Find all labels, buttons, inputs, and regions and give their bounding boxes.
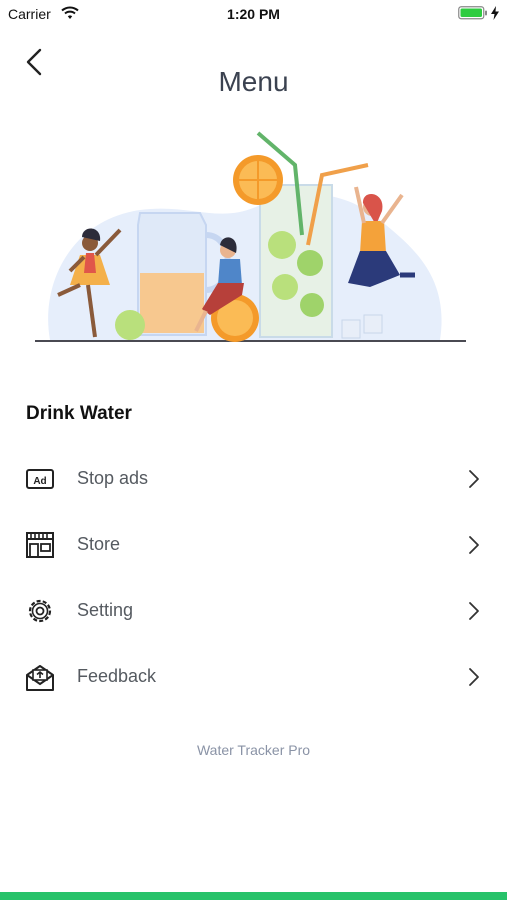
menu-item-label: Stop ads — [77, 468, 149, 488]
bottom-accent-bar — [0, 892, 507, 900]
menu-item-label: Store — [77, 534, 121, 554]
page-title: Menu — [218, 66, 289, 97]
menu-item-stop-ads[interactable]: Ad Stop ads — [0, 452, 507, 506]
app-name-footer: Water Tracker Pro — [196, 742, 311, 758]
chevron-right-icon — [469, 602, 479, 620]
menu-item-setting[interactable]: Setting — [0, 584, 507, 638]
charging-bolt-icon — [491, 6, 499, 20]
chevron-right-icon — [469, 536, 479, 554]
gear-icon — [28, 599, 52, 623]
menu-item-label: Feedback — [77, 666, 157, 686]
store-icon — [26, 532, 54, 558]
chevron-right-icon — [469, 470, 479, 488]
people-with-drinks-illustration — [35, 131, 466, 342]
menu-item-store[interactable]: Store — [0, 518, 507, 572]
chevron-right-icon — [469, 668, 479, 686]
status-time: 1:20 PM — [227, 6, 280, 22]
menu-item-feedback[interactable]: Feedback — [0, 650, 507, 704]
mail-icon — [26, 665, 54, 691]
status-bar: Carrier 1:20 PM — [0, 0, 507, 28]
section-title: Drink Water — [26, 403, 132, 424]
battery-full-icon — [458, 6, 487, 20]
svg-text:Ad: Ad — [33, 476, 46, 487]
ad-icon: Ad — [26, 469, 54, 489]
menu-item-label: Setting — [77, 600, 134, 620]
